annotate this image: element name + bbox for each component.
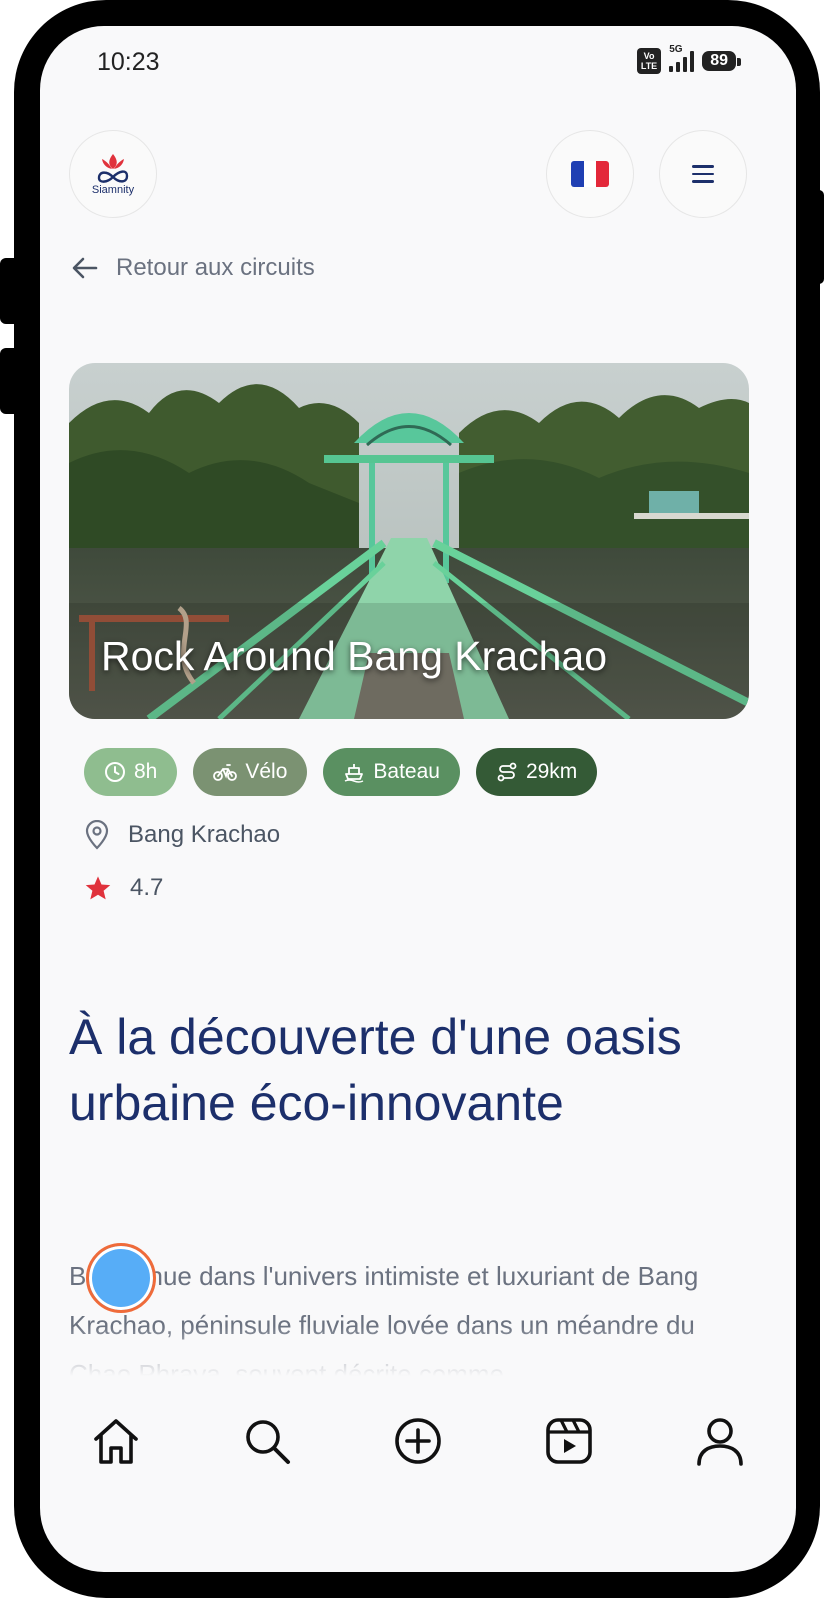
touch-indicator — [86, 1243, 156, 1313]
nav-profile[interactable] — [690, 1411, 750, 1471]
tour-tags: 8h Vélo Bateau 29km — [84, 748, 598, 796]
text-fade — [40, 1326, 796, 1376]
logo-text: Siamnity — [91, 184, 135, 196]
clock-icon — [105, 762, 125, 782]
distance-tag: 29km — [475, 748, 598, 796]
nav-add[interactable] — [388, 1411, 448, 1471]
location-text: Bang Krachao — [128, 821, 281, 848]
boat-tag: Bateau — [323, 748, 460, 796]
france-flag-icon — [571, 161, 609, 187]
logo-button[interactable]: Siamnity — [69, 130, 157, 218]
hamburger-menu-icon — [692, 160, 714, 188]
back-link-label: Retour aux circuits — [116, 254, 315, 281]
tour-title: Rock Around Bang Krachao — [101, 633, 607, 679]
lotus-logo-icon — [97, 154, 129, 183]
battery-icon: 89 — [702, 51, 741, 71]
app-screen: 10:23 Vo LTE 5G 89 Siamnity Retour aux c… — [40, 26, 796, 1572]
status-time: 10:23 — [97, 48, 160, 76]
rating-value: 4.7 — [130, 874, 164, 901]
volte-badge: Vo LTE — [636, 48, 662, 74]
signal-icon: 5G — [669, 44, 695, 72]
section-heading: À la découverte d'une oasis urbaine éco-… — [69, 1009, 682, 1131]
nav-search[interactable] — [237, 1411, 297, 1471]
boat-icon — [345, 764, 364, 783]
status-icons: Vo LTE 5G 89 — [636, 44, 741, 74]
arrow-left-icon — [72, 257, 98, 279]
back-link[interactable]: Retour aux circuits — [72, 254, 315, 282]
route-icon — [497, 762, 517, 782]
nav-home[interactable] — [86, 1411, 146, 1471]
home-icon — [93, 1419, 138, 1464]
location-row: Bang Krachao — [84, 820, 280, 850]
bike-tag: Vélo — [193, 748, 308, 796]
duration-tag: 8h — [84, 748, 178, 796]
bottom-navigation — [40, 1376, 796, 1506]
language-button[interactable] — [546, 130, 634, 218]
volume-up-button — [0, 258, 20, 324]
search-icon — [245, 1420, 290, 1464]
add-icon — [395, 1418, 441, 1464]
reels-icon — [546, 1418, 592, 1464]
nav-reels[interactable] — [539, 1411, 599, 1471]
volume-down-button — [0, 348, 20, 414]
menu-button[interactable] — [659, 130, 747, 218]
power-button — [814, 190, 824, 284]
rating-row: 4.7 — [84, 874, 163, 902]
bicycle-icon — [213, 764, 238, 781]
location-pin-icon — [85, 820, 109, 850]
tour-hero-image[interactable]: Rock Around Bang Krachao — [69, 363, 749, 719]
profile-icon — [697, 1418, 744, 1466]
star-icon — [85, 876, 111, 900]
